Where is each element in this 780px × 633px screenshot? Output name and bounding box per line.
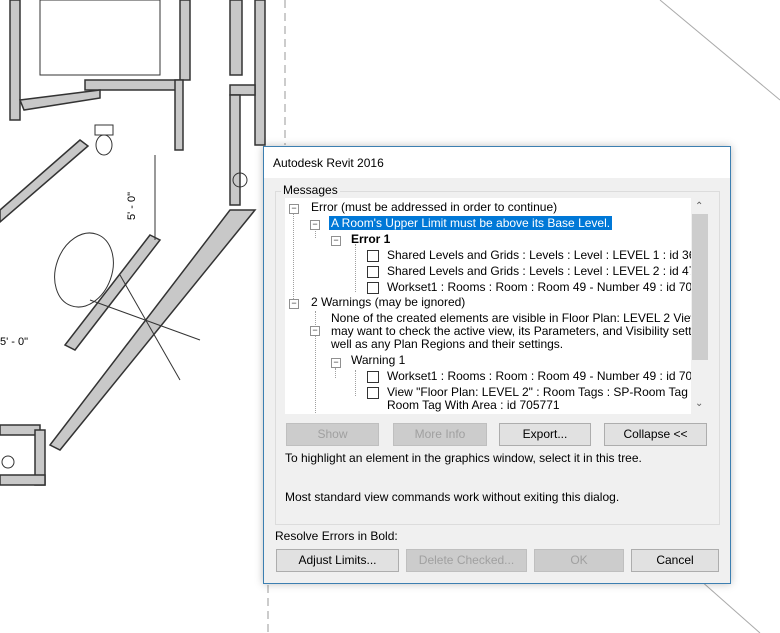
export-button[interactable]: Export... (499, 423, 591, 446)
wall (179, 0, 191, 81)
delete-checked-button[interactable]: Delete Checked... (406, 549, 527, 572)
tree-item[interactable]: Shared Levels and Grids : Levels : Level… (387, 249, 702, 262)
wall (18, 89, 101, 111)
title-bar[interactable]: Autodesk Revit 2016 (264, 147, 730, 178)
scroll-down-icon[interactable]: ⌄ (695, 398, 703, 409)
collapse-toggle[interactable]: − (310, 220, 320, 230)
collapse-toggle[interactable]: − (331, 236, 341, 246)
scrollbar-thumb[interactable] (692, 214, 708, 360)
tree-node-warning-message-line[interactable]: well as any Plan Regions and their setti… (331, 338, 563, 351)
collapse-button[interactable]: Collapse << (604, 423, 707, 446)
dimension-label: 5' - 0" (0, 336, 28, 348)
tree-node-warning-header[interactable]: 2 Warnings (may be ignored) (311, 296, 465, 309)
ok-button[interactable]: OK (534, 549, 624, 572)
adjust-limits-button[interactable]: Adjust Limits... (276, 549, 399, 572)
tree-item-continued[interactable]: Room Tag With Area : id 705771 (387, 399, 560, 412)
dimension-label: 5' - 0" (126, 192, 138, 220)
element-checkbox[interactable] (367, 266, 379, 278)
scroll-up-icon[interactable]: ⌃ (695, 201, 703, 212)
show-button[interactable]: Show (286, 423, 379, 446)
wall (0, 474, 46, 486)
wall (0, 139, 90, 223)
wall (229, 0, 243, 76)
hint-highlight: To highlight an element in the graphics … (285, 451, 642, 465)
element-checkbox[interactable] (367, 387, 379, 399)
wall (9, 0, 21, 121)
wall (84, 79, 181, 91)
collapse-toggle[interactable]: − (331, 358, 341, 368)
hint-view-commands: Most standard view commands work without… (285, 490, 620, 504)
cancel-button[interactable]: Cancel (631, 549, 719, 572)
tree-scrollbar[interactable]: ⌃ ⌄ (691, 198, 709, 414)
wall (174, 79, 184, 151)
collapse-toggle[interactable]: − (310, 326, 320, 336)
element-checkbox[interactable] (367, 250, 379, 262)
tree-item[interactable]: Workset1 : Rooms : Room : Room 49 - Numb… (387, 370, 709, 383)
tree-node-warning-group[interactable]: Warning 1 (351, 354, 405, 367)
wall (0, 424, 41, 436)
wall (229, 94, 241, 206)
element-checkbox[interactable] (367, 371, 379, 383)
messages-tree[interactable]: − Error (must be addressed in order to c… (285, 198, 709, 414)
collapse-toggle[interactable]: − (289, 204, 299, 214)
tree-node-error-message[interactable]: A Room's Upper Limit must be above its B… (329, 216, 613, 230)
tree-node-error-header[interactable]: Error (must be addressed in order to con… (311, 201, 557, 214)
collapse-toggle[interactable]: − (289, 299, 299, 309)
revit-error-dialog: Autodesk Revit 2016 Messages − Error (mu… (263, 146, 731, 584)
messages-label: Messages (281, 183, 340, 197)
tree-item[interactable]: Shared Levels and Grids : Levels : Level… (387, 265, 709, 278)
tree-item[interactable]: Workset1 : Rooms : Room : Room 49 - Numb… (387, 281, 709, 294)
wall (229, 84, 256, 96)
resolve-label: Resolve Errors in Bold: (275, 529, 398, 543)
element-checkbox[interactable] (367, 282, 379, 294)
more-info-button[interactable]: More Info (393, 423, 487, 446)
wall (254, 0, 266, 146)
dialog-title: Autodesk Revit 2016 (273, 156, 384, 170)
tree-node-error-group[interactable]: Error 1 (351, 233, 390, 246)
